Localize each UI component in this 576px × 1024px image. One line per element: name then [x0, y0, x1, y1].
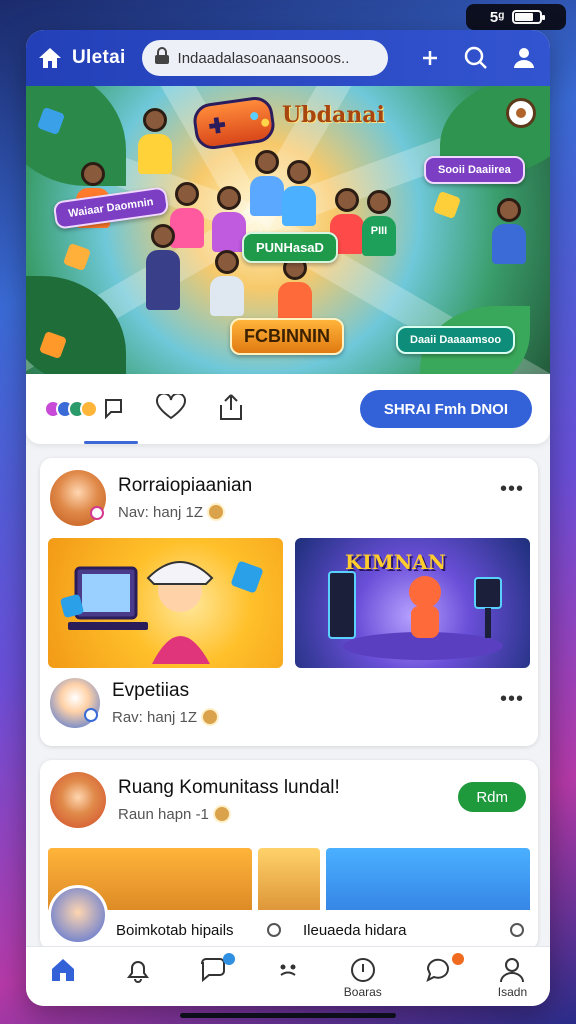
app-brand: Uletai — [72, 47, 126, 68]
home-icon — [52, 959, 75, 981]
post-meta: Raun hapn -1 — [118, 805, 340, 823]
hero-tag-topright: Sooii Daaiirea — [424, 156, 525, 184]
status-bar: 5ᵍ — [466, 4, 566, 30]
community-title[interactable]: Ruang Komunitass lundal! — [118, 777, 340, 799]
chat-bubble-icon[interactable] — [510, 923, 524, 937]
reaction-bar: SHRAI Fmh DNOI — [26, 374, 550, 444]
character-illustration — [146, 224, 180, 310]
strip-right-caption[interactable]: Ileuaeda hidara — [303, 922, 406, 939]
post-author[interactable]: Evpetiias — [112, 680, 219, 702]
heart-icon[interactable] — [156, 392, 186, 425]
post-image-left[interactable] — [48, 538, 283, 668]
signal-indicator: 5ᵍ — [489, 8, 505, 26]
profile-icon — [500, 958, 525, 983]
coin-icon — [207, 503, 226, 521]
nav-notifications[interactable] — [108, 957, 168, 985]
home-indicator[interactable] — [180, 1013, 396, 1018]
post-meta: Nav: hanj 1Z — [118, 503, 252, 521]
cube-illustration — [62, 242, 92, 272]
top-bar: Uletai Indaadalasoanaansooos.. — [26, 30, 550, 86]
avatar[interactable] — [48, 885, 108, 945]
nav-profile[interactable]: Isadn — [482, 957, 542, 999]
nav-explore[interactable]: Boaras — [333, 957, 393, 999]
bottom-nav: Boaras Isadn — [26, 946, 550, 1006]
nav-explore-label: Boaras — [343, 985, 382, 999]
community-media-strip: Boimkotab hipails Ileuaeda hidara — [40, 840, 538, 950]
strip-left-caption[interactable]: Boimkotab hipails — [116, 922, 234, 939]
post-card[interactable]: Rorraiopiaanian Nav: hanj 1Z ••• KIMNAN … — [40, 458, 538, 746]
cube-illustration — [432, 190, 462, 220]
notification-badge — [451, 953, 464, 965]
bubble-icon — [105, 399, 122, 420]
character-illustration — [492, 198, 526, 264]
hero-tag-center: PUNHasaD — [242, 232, 338, 263]
more-options-icon[interactable]: ••• — [500, 688, 524, 711]
primary-action-button[interactable]: SHRAI Fmh DNOI — [359, 390, 532, 428]
explore-icon — [350, 958, 375, 982]
coin-icon — [201, 708, 220, 726]
community-card[interactable]: Ruang Komunitass lundal! Raun hapn -1 Rd… — [40, 760, 538, 950]
avatar[interactable] — [50, 772, 106, 828]
character-illustration — [210, 250, 244, 316]
nav-home[interactable] — [33, 957, 93, 985]
post-header: Ruang Komunitass lundal! Raun hapn -1 Rd… — [40, 760, 538, 840]
post-header-secondary: Evpetiias Rav: hanj 1Z ••• — [40, 668, 538, 740]
more-options-icon[interactable]: ••• — [500, 478, 524, 501]
lock-icon — [154, 46, 170, 70]
bell-icon — [127, 961, 150, 983]
nav-groups[interactable] — [258, 957, 318, 985]
app-window: Uletai Indaadalasoanaansooos.. PIII Ubda… — [26, 30, 550, 1006]
notification-badge — [223, 953, 236, 965]
character-illustration — [250, 150, 284, 216]
nav-chat[interactable] — [183, 953, 243, 985]
hero-title-badge: Ubdanai — [282, 102, 385, 128]
top-actions — [422, 46, 538, 70]
hero-tag-bottomright: Daaii Daaaamsoo — [396, 326, 516, 354]
post-header: Rorraiopiaanian Nav: hanj 1Z ••• — [40, 458, 538, 538]
post-meta: Rav: hanj 1Z — [112, 708, 220, 726]
hero-banner[interactable]: PIII Ubdanai Waiaar Daomnin PUNHasaD FCB… — [26, 86, 550, 374]
reaction-summary[interactable] — [44, 397, 124, 421]
character-illustration — [282, 160, 316, 226]
coin-icon — [212, 805, 231, 823]
info-icon[interactable] — [267, 923, 281, 937]
avatar[interactable] — [50, 678, 100, 728]
url-text: Indaadalasoanaansooos.. — [177, 49, 350, 67]
home-icon[interactable] — [38, 47, 62, 69]
media-row: KIMNAN — [40, 538, 538, 668]
post-image-right[interactable]: KIMNAN — [295, 538, 530, 668]
hero-settings-button[interactable] — [506, 98, 536, 128]
battery-icon — [512, 10, 546, 24]
follow-button[interactable]: Rdm — [458, 782, 526, 812]
character-illustration — [138, 108, 172, 174]
active-tab-indicator — [84, 441, 138, 444]
search-icon[interactable] — [464, 46, 488, 70]
nav-messages[interactable] — [408, 953, 468, 985]
character-illustration — [212, 186, 246, 252]
character-illustration: PIII — [362, 190, 396, 256]
post-author[interactable]: Rorraiopiaanian — [118, 475, 252, 497]
groups-icon — [280, 964, 296, 976]
share-icon[interactable] — [218, 393, 244, 426]
url-bar[interactable]: Indaadalasoanaansooos.. — [141, 40, 388, 76]
message-icon — [425, 958, 449, 982]
strip-caption-bar: Boimkotab hipails Ileuaeda hidara — [40, 885, 538, 950]
plus-icon[interactable] — [422, 50, 438, 66]
nav-profile-label: Isadn — [497, 985, 528, 999]
avatar[interactable] — [50, 470, 106, 526]
user-icon[interactable] — [514, 47, 534, 69]
hero-tag-bottom: FCBINNIN — [230, 318, 344, 355]
